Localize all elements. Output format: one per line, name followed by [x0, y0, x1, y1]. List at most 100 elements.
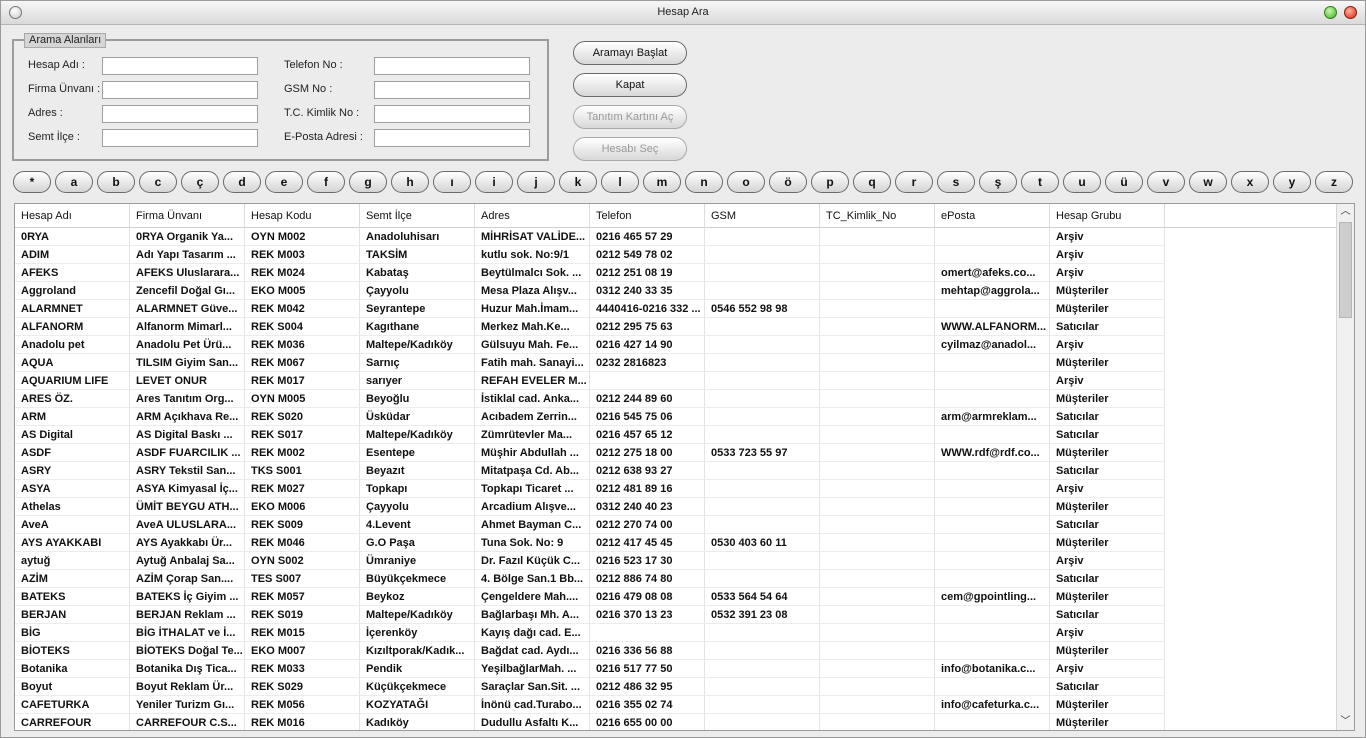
letter-filter-button[interactable]: a: [55, 171, 93, 193]
close-button[interactable]: Kapat: [573, 73, 687, 97]
maximize-button[interactable]: [1324, 6, 1337, 19]
table-cell: Satıcılar: [1050, 570, 1165, 588]
start-search-button[interactable]: Aramayı Başlat: [573, 41, 687, 65]
letter-filter-button[interactable]: f: [307, 171, 345, 193]
column-header[interactable]: GSM: [705, 204, 820, 228]
letter-filter-button[interactable]: k: [559, 171, 597, 193]
table-row[interactable]: ADIM Adı Yapı Tasarım ... REK M003 TAKSİM ku…: [15, 246, 1337, 264]
table-row[interactable]: 0RYA 0RYA Organik Ya... OYN M002 Anadoluhis…: [15, 228, 1337, 246]
table-row[interactable]: CARREFOUR CARREFOUR C.S... REK M016 Kadıköy…: [15, 714, 1337, 730]
table-cell: [705, 462, 820, 480]
letter-filter-button[interactable]: l: [601, 171, 639, 193]
table-cell: Mesa Plaza Alışv...: [475, 282, 590, 300]
table-row[interactable]: AveA AveA ULUSLARA... REK S009 4.Levent Ahme…: [15, 516, 1337, 534]
table-row[interactable]: AZİM AZİM Çorap San.... TES S007 Büyükçekme…: [15, 570, 1337, 588]
letter-filter-button[interactable]: i: [475, 171, 513, 193]
table-row[interactable]: AQUA TILSIM Giyim San... REK M067 Sarnıç Fat…: [15, 354, 1337, 372]
table-row[interactable]: ASYA ASYA Kimyasal İç... REK M027 Topkapı To…: [15, 480, 1337, 498]
letter-filter-button[interactable]: b: [97, 171, 135, 193]
select-account-button[interactable]: Hesabı Seç: [573, 137, 687, 161]
table-cell: [820, 660, 935, 678]
title-bar[interactable]: Hesap Ara: [1, 1, 1365, 25]
letter-filter-button[interactable]: p: [811, 171, 849, 193]
column-header[interactable]: Telefon: [590, 204, 705, 228]
gsm-no-input[interactable]: [374, 81, 530, 99]
letter-filter-button[interactable]: g: [349, 171, 387, 193]
letter-filter-button[interactable]: o: [727, 171, 765, 193]
letter-filter-button[interactable]: y: [1273, 171, 1311, 193]
letter-filter-button[interactable]: j: [517, 171, 555, 193]
scroll-up-icon[interactable]: ︿: [1337, 204, 1354, 220]
letter-filter-button[interactable]: ç: [181, 171, 219, 193]
scroll-down-icon[interactable]: ﹀: [1337, 714, 1354, 730]
letter-filter-button[interactable]: c: [139, 171, 177, 193]
column-header[interactable]: Firma Ünvanı: [130, 204, 245, 228]
letter-filter-button[interactable]: u: [1063, 171, 1101, 193]
letter-filter-button[interactable]: w: [1189, 171, 1227, 193]
table-row[interactable]: BİG BİG İTHALAT ve İ... REK M015 İçerenköy K…: [15, 624, 1337, 642]
column-header[interactable]: Hesap Grubu: [1050, 204, 1165, 228]
table-row[interactable]: Botanika Botanika Dış Tica... REK M033 Pend…: [15, 660, 1337, 678]
column-header[interactable]: Adres: [475, 204, 590, 228]
letter-filter-button[interactable]: d: [223, 171, 261, 193]
open-card-button[interactable]: Tanıtım Kartını Aç: [573, 105, 687, 129]
letter-filter-button[interactable]: ı: [433, 171, 471, 193]
firma-unvani-input[interactable]: [102, 81, 258, 99]
telefon-no-input[interactable]: [374, 57, 530, 75]
table-row[interactable]: Anadolu pet Anadolu Pet Ürü... REK M036 Mal…: [15, 336, 1337, 354]
column-header[interactable]: ePosta: [935, 204, 1050, 228]
letter-filter-button[interactable]: x: [1231, 171, 1269, 193]
letter-filter-button[interactable]: h: [391, 171, 429, 193]
table-row[interactable]: AS Digital AS Digital Baskı ... REK S017 Ma…: [15, 426, 1337, 444]
tc-kimlik-no-input[interactable]: [374, 105, 530, 123]
scroll-thumb[interactable]: [1339, 222, 1352, 318]
adres-input[interactable]: [102, 105, 258, 123]
table-row[interactable]: Aggroland Zencefil Doğal Gı... EKO M005 Çay…: [15, 282, 1337, 300]
letter-filter-button[interactable]: m: [643, 171, 681, 193]
letter-filter-button[interactable]: t: [1021, 171, 1059, 193]
letter-filter-button[interactable]: v: [1147, 171, 1185, 193]
letter-filter-button[interactable]: z: [1315, 171, 1353, 193]
table-row[interactable]: ARM ARM Açıkhava Re... REK S020 Üsküdar Acıb…: [15, 408, 1337, 426]
column-header[interactable]: TC_Kimlik_No: [820, 204, 935, 228]
table-row[interactable]: BATEKS BATEKS İç Giyim ... REK M057 Beykoz Ç…: [15, 588, 1337, 606]
e-posta-input[interactable]: [374, 129, 530, 147]
letter-filter-button[interactable]: ü: [1105, 171, 1143, 193]
table-cell: REK M036: [245, 336, 360, 354]
close-window-button[interactable]: [1344, 6, 1357, 19]
letter-filter-button[interactable]: ö: [769, 171, 807, 193]
table-row[interactable]: ARES ÖZ. Ares Tanıtım Org... OYN M005 Beyoğ…: [15, 390, 1337, 408]
table-cell: EKO M005: [245, 282, 360, 300]
table-row[interactable]: BERJAN BERJAN Reklam ... REK S019 Maltepe/K…: [15, 606, 1337, 624]
table-cell: Acıbadem Zerrin...: [475, 408, 590, 426]
letter-filter-button[interactable]: r: [895, 171, 933, 193]
table-row[interactable]: Boyut Boyut Reklam Ür... REK S029 Küçükçekm…: [15, 678, 1337, 696]
table-cell: mehtap@aggrola...: [935, 282, 1050, 300]
letter-filter-button[interactable]: n: [685, 171, 723, 193]
table-row[interactable]: ALARMNET ALARMNET Güve... REK M042 Seyrante…: [15, 300, 1337, 318]
column-header[interactable]: Hesap Adı: [15, 204, 130, 228]
letter-filter-button[interactable]: q: [853, 171, 891, 193]
letter-filter-button[interactable]: ş: [979, 171, 1017, 193]
vertical-scrollbar[interactable]: ︿ ﹀: [1336, 204, 1354, 730]
column-header[interactable]: Semt İlçe: [360, 204, 475, 228]
table-row[interactable]: ASRY ASRY Tekstil San... TKS S001 Beyazıt Mi…: [15, 462, 1337, 480]
table-row[interactable]: AYS AYAKKABI AYS Ayakkabı Ür... REK M046 G.…: [15, 534, 1337, 552]
table-cell: AQUARIUM LIFE: [15, 372, 130, 390]
table-cell: 0212 417 45 45: [590, 534, 705, 552]
table-row[interactable]: AQUARIUM LIFE LEVET ONUR REK M017 sarıyer RE…: [15, 372, 1337, 390]
table-row[interactable]: ASDF ASDF FUARCILIK ... REK M002 Esentepe Mü…: [15, 444, 1337, 462]
column-header[interactable]: Hesap Kodu: [245, 204, 360, 228]
table-row[interactable]: AFEKS AFEKS Uluslarara... REK M024 Kabataş B…: [15, 264, 1337, 282]
letter-filter-button[interactable]: s: [937, 171, 975, 193]
letter-filter-button[interactable]: e: [265, 171, 303, 193]
table-row[interactable]: Athelas ÜMİT BEYGU ATH... EKO M006 Çayyolu A…: [15, 498, 1337, 516]
table-cell: REFAH EVELER M...: [475, 372, 590, 390]
hesap-adi-input[interactable]: [102, 57, 258, 75]
table-row[interactable]: CAFETURKA Yeniler Turizm Gı... REK M056 KOZ…: [15, 696, 1337, 714]
semt-ilce-input[interactable]: [102, 129, 258, 147]
table-row[interactable]: aytuğ Aytuğ Anbalaj Sa... OYN S002 Ümraniye…: [15, 552, 1337, 570]
table-row[interactable]: ALFANORM Alfanorm Mimarl... REK S004 Kagıth…: [15, 318, 1337, 336]
table-row[interactable]: BİOTEKS BİOTEKS Doğal Te... EKO M007 Kızılt…: [15, 642, 1337, 660]
letter-filter-button[interactable]: *: [13, 171, 51, 193]
